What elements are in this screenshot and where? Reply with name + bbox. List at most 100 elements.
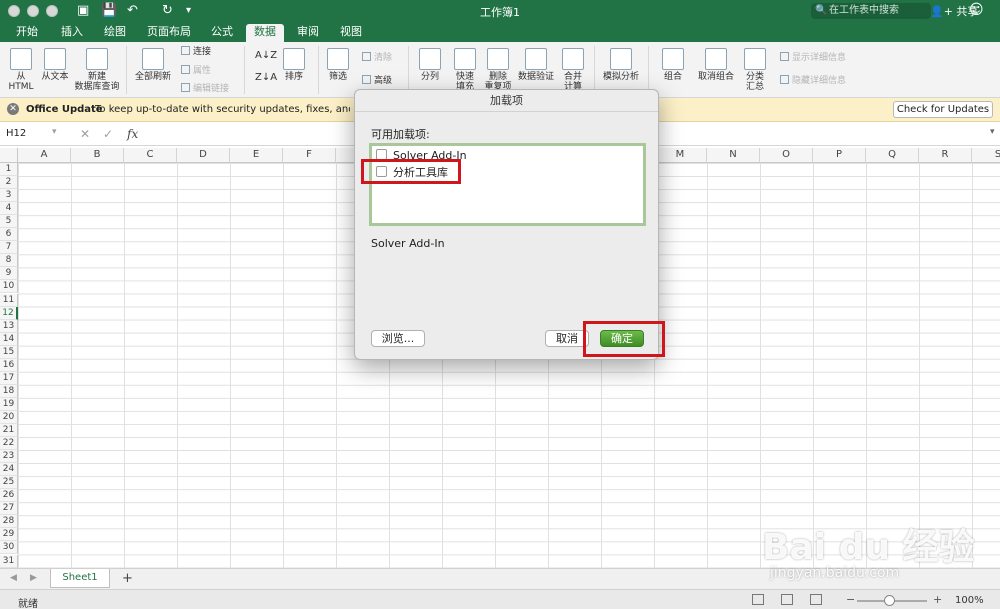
close-message-icon[interactable]: ✕ [7,103,19,115]
feedback-smiley-icon[interactable]: ☺ [969,2,984,18]
row-header[interactable]: 8 [0,254,18,268]
row-header[interactable]: 26 [0,489,18,503]
column-header[interactable]: E [230,148,283,163]
row-header[interactable]: 5 [0,215,18,229]
subtotal-button[interactable]: 分类 汇总 [741,48,769,92]
ungroup-button[interactable]: 取消组合 [694,48,738,82]
sort-ascending-icon[interactable]: A↓Z [255,50,277,61]
sheet-tab-sheet1[interactable]: Sheet1 [50,569,110,588]
text-to-columns-button[interactable]: 分列 [416,48,444,82]
column-header[interactable]: A [18,148,71,163]
advanced-filter-button[interactable]: 高级 [362,75,392,87]
hide-detail-button[interactable]: 隐藏详细信息 [780,75,846,87]
tab-data[interactable]: 数据 [246,24,284,42]
row-header[interactable]: 20 [0,410,18,424]
tab-view[interactable]: 视图 [332,24,370,42]
name-box-dropdown-icon[interactable]: ▾ [52,127,57,137]
connections-button[interactable]: 连接 [181,46,211,58]
check-for-updates-button[interactable]: Check for Updates [893,101,993,118]
show-detail-button[interactable]: 显示详细信息 [780,52,846,64]
row-header[interactable]: 15 [0,345,18,359]
row-header[interactable]: 13 [0,319,18,333]
clear-filter-button[interactable]: 清除 [362,52,392,64]
edit-links-button[interactable]: 编辑链接 [181,83,229,95]
consolidate-button[interactable]: 合并 计算 [559,48,587,92]
zoom-slider-handle[interactable] [884,595,895,606]
zoom-in-icon[interactable]: + [933,593,942,606]
row-header[interactable]: 18 [0,384,18,398]
column-header[interactable]: P [813,148,866,163]
page-layout-view-icon[interactable] [781,594,793,605]
column-header[interactable]: C [124,148,177,163]
row-header[interactable]: 14 [0,332,18,346]
row-header[interactable]: 31 [0,554,18,568]
column-header[interactable]: B [71,148,124,163]
remove-duplicates-button[interactable]: 删除 重复项 [483,48,513,92]
tab-page-layout[interactable]: 页面布局 [139,24,199,42]
addins-list[interactable]: Solver Add-In 分析工具库 [369,143,646,226]
from-html-button[interactable]: 从 HTML [5,48,37,92]
name-box[interactable]: H12 [6,128,26,139]
row-header[interactable]: 28 [0,515,18,529]
row-header[interactable]: 11 [0,293,18,307]
expand-formula-icon[interactable]: ▾ [990,127,995,137]
next-sheet-icon[interactable]: ▶ [30,573,37,583]
tab-review[interactable]: 审阅 [289,24,327,42]
column-header[interactable]: F [283,148,336,163]
row-header[interactable]: 1 [0,163,18,177]
column-header[interactable]: Q [866,148,919,163]
sort-button[interactable]: 排序 [280,48,308,82]
cancel-entry-icon[interactable]: ✕ [80,127,90,141]
flash-fill-button[interactable]: 快速 填充 [450,48,480,92]
zoom-out-icon[interactable]: − [846,593,855,606]
select-all-corner[interactable] [0,148,18,163]
column-header[interactable]: M [654,148,707,163]
from-text-button[interactable]: 从文本 [39,48,71,82]
what-if-analysis-button[interactable]: 模拟分析 [600,48,642,82]
insert-function-icon[interactable]: fx [127,127,138,141]
consolidate-label-1: 合并 [563,72,582,82]
group-button[interactable]: 组合 [658,48,688,82]
browse-button[interactable]: 浏览... [371,330,425,347]
sort-descending-icon[interactable]: Z↓A [255,72,277,83]
row-header[interactable]: 21 [0,424,18,438]
row-header[interactable]: 30 [0,541,18,555]
sheet-search-input[interactable]: 🔍 在工作表中搜索 [811,3,931,19]
add-sheet-button[interactable]: + [122,571,133,586]
tab-insert[interactable]: 插入 [53,24,91,42]
normal-view-icon[interactable] [752,594,764,605]
page-break-view-icon[interactable] [810,594,822,605]
row-header[interactable]: 23 [0,450,18,464]
row-header[interactable]: 3 [0,189,18,203]
prev-sheet-icon[interactable]: ◀ [10,573,17,583]
data-validation-button[interactable]: 数据验证 [516,48,556,82]
row-header[interactable]: 24 [0,463,18,477]
row-header[interactable]: 19 [0,397,18,411]
column-header[interactable]: S [972,148,1000,163]
row-header[interactable]: 25 [0,476,18,490]
tab-formulas[interactable]: 公式 [203,24,241,42]
row-header[interactable]: 27 [0,502,18,516]
column-header[interactable]: O [760,148,813,163]
column-header[interactable]: N [707,148,760,163]
row-header[interactable]: 6 [0,228,18,242]
properties-button[interactable]: 属性 [181,65,211,77]
new-database-query-button[interactable]: 新建 数据库查询 [74,48,120,92]
row-header[interactable]: 9 [0,267,18,281]
row-header[interactable]: 4 [0,202,18,216]
tab-draw[interactable]: 绘图 [96,24,134,42]
column-header[interactable]: R [919,148,972,163]
row-header[interactable]: 7 [0,241,18,255]
tab-home[interactable]: 开始 [8,24,46,42]
refresh-all-button[interactable]: 全部刷新 [133,48,173,82]
row-header[interactable]: 12 [0,306,18,320]
column-header[interactable]: D [177,148,230,163]
row-header[interactable]: 17 [0,371,18,385]
row-header[interactable]: 2 [0,176,18,190]
row-header[interactable]: 29 [0,528,18,542]
filter-button[interactable]: 筛选 [324,48,352,82]
row-header[interactable]: 10 [0,280,18,294]
row-header[interactable]: 22 [0,437,18,451]
confirm-entry-icon[interactable]: ✓ [103,127,113,141]
row-header[interactable]: 16 [0,358,18,372]
